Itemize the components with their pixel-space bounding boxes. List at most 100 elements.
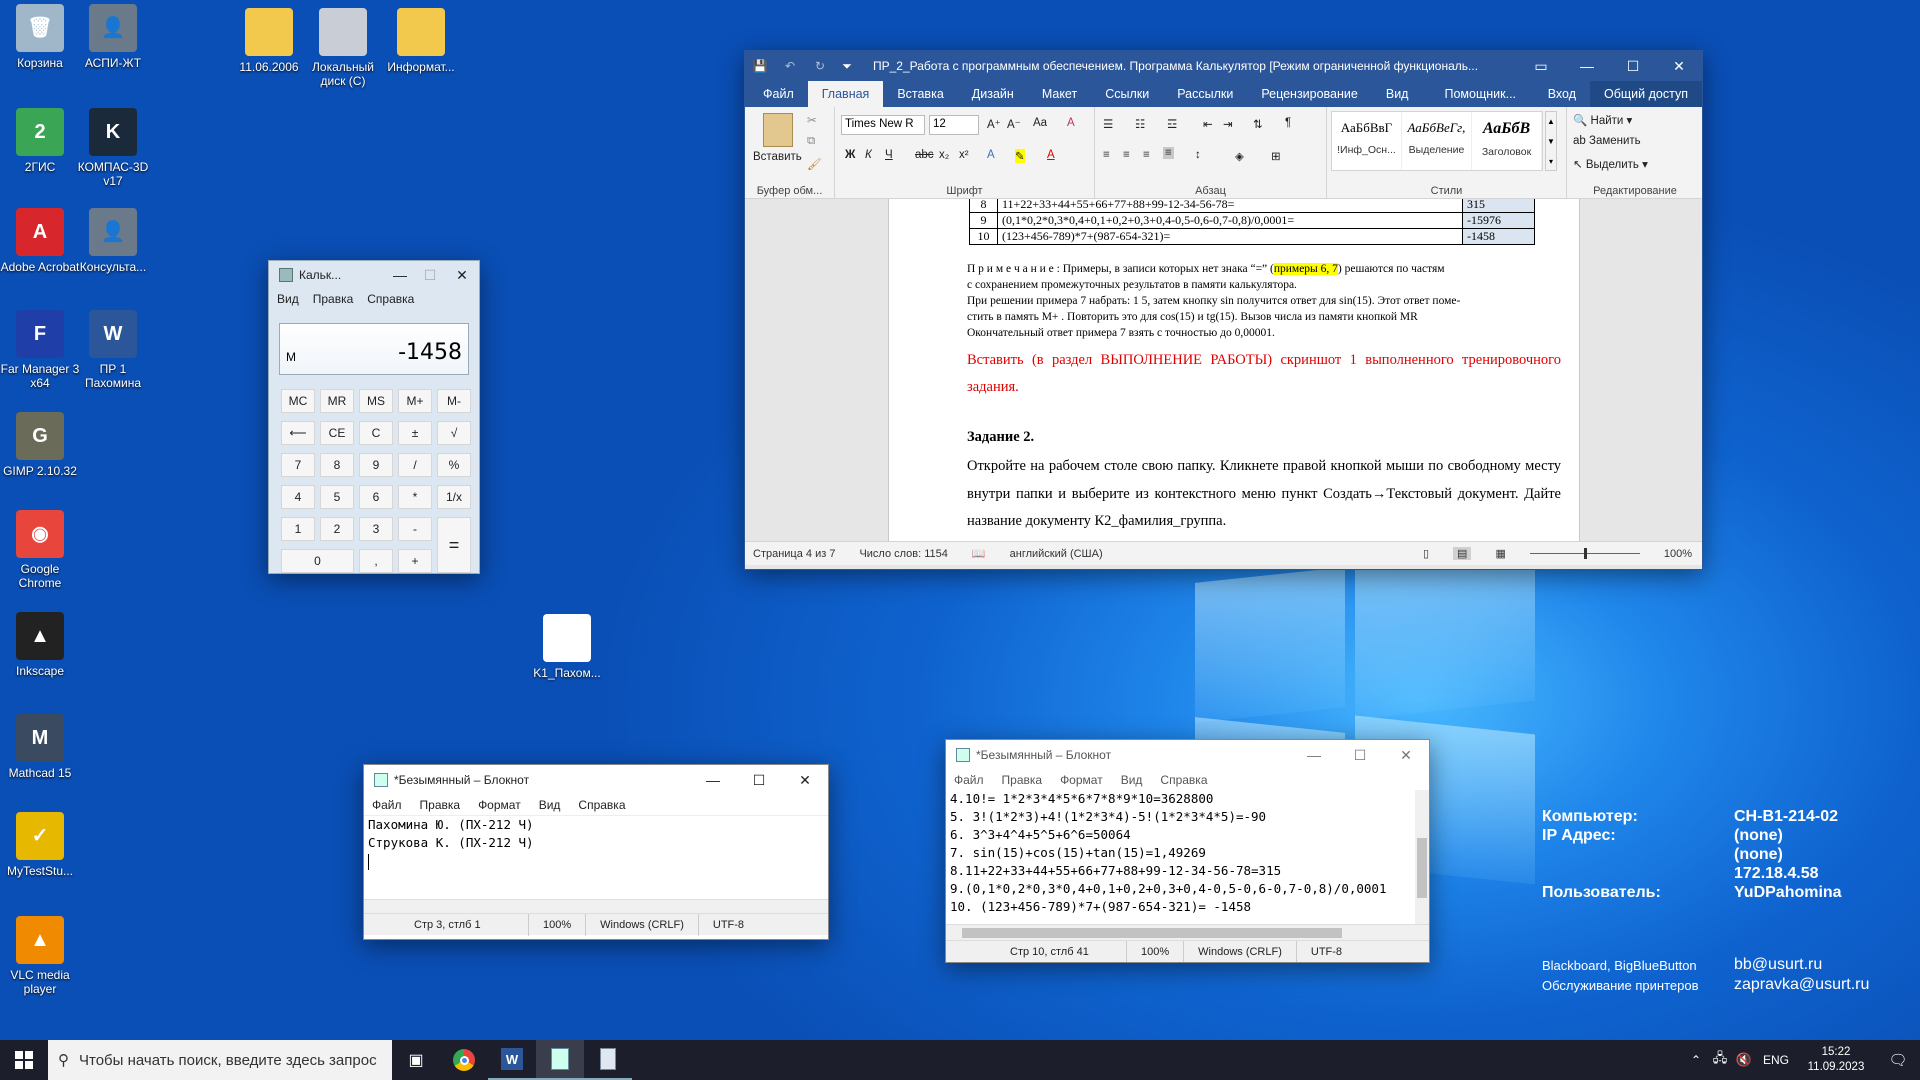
language[interactable]: английский (США): [1010, 548, 1103, 560]
ribbon-tab[interactable]: Помощник...: [1430, 81, 1530, 107]
ribbon-tab[interactable]: Ссылки: [1091, 81, 1163, 107]
strikethrough-button[interactable]: abc: [915, 149, 934, 161]
desktop-icon[interactable]: G GIMP 2.10.32: [0, 412, 80, 478]
bold-button[interactable]: Ж: [845, 149, 855, 161]
subscript-button[interactable]: x₂: [939, 149, 949, 161]
ribbon-tab[interactable]: Рецензирование: [1247, 81, 1372, 107]
align-center-icon[interactable]: ≡: [1123, 149, 1130, 161]
maximize-button[interactable]: ☐: [1610, 51, 1656, 81]
font-name-select[interactable]: Times New R: [841, 115, 925, 135]
paste-button[interactable]: Вставить: [753, 151, 802, 163]
copy-icon[interactable]: ⧉: [807, 135, 815, 148]
underline-button[interactable]: Ч: [885, 149, 893, 161]
menu-item[interactable]: Файл: [372, 798, 402, 812]
word-window[interactable]: 💾 ↶ ↻ ⏷ ПР_2_Работа с программным обеспе…: [744, 50, 1703, 570]
replace-button[interactable]: ab Заменить: [1573, 135, 1641, 147]
close-button[interactable]: ✕: [782, 765, 828, 795]
calc-button[interactable]: =: [437, 517, 471, 573]
format-painter-icon[interactable]: 🖌: [807, 157, 822, 171]
calc-button[interactable]: /: [398, 453, 432, 477]
ribbon-display-icon[interactable]: ▭: [1518, 51, 1564, 81]
menu-item[interactable]: Файл: [954, 773, 984, 787]
task-view-button[interactable]: ▣: [392, 1040, 440, 1080]
calc-button[interactable]: 1/x: [437, 485, 471, 509]
calc-button[interactable]: %: [437, 453, 471, 477]
desktop-icon[interactable]: 11.06.2006: [229, 8, 309, 74]
minimize-button[interactable]: —: [690, 765, 736, 795]
ribbon-tab[interactable]: Главная: [807, 81, 884, 107]
desktop-icon[interactable]: 👤 Консульта...: [73, 208, 153, 274]
sort-icon[interactable]: ⇅: [1253, 117, 1263, 131]
style-item[interactable]: АаБбВ Заголовок: [1472, 112, 1542, 170]
web-layout-icon[interactable]: ▦: [1495, 547, 1505, 560]
horizontal-scrollbar[interactable]: [364, 899, 828, 913]
menu-item[interactable]: Формат: [1060, 773, 1103, 787]
calc-button[interactable]: -: [398, 517, 432, 541]
vertical-scrollbar[interactable]: [1415, 790, 1429, 924]
taskbar-word[interactable]: W: [488, 1040, 536, 1080]
menu-item[interactable]: Справка: [367, 292, 414, 306]
calc-button[interactable]: 2: [320, 517, 354, 541]
calc-button[interactable]: ±: [398, 421, 432, 445]
minimize-button[interactable]: —: [1564, 51, 1610, 81]
ribbon-tab[interactable]: Вид: [1372, 81, 1423, 107]
highlight-icon[interactable]: ✎: [1015, 149, 1025, 163]
calc-button[interactable]: *: [398, 485, 432, 509]
calc-button[interactable]: 4: [281, 485, 315, 509]
page[interactable]: 8 11+22+33+44+55+66+77+88+99-12-34-56-78=…: [888, 199, 1580, 541]
print-layout-icon[interactable]: ▤: [1453, 547, 1472, 560]
style-item[interactable]: АаБбВвГ !Инф_Осн...: [1332, 112, 1402, 170]
calc-button[interactable]: 7: [281, 453, 315, 477]
desktop-icon[interactable]: K1_Пахом...: [527, 614, 607, 680]
calc-button[interactable]: MS: [359, 389, 393, 413]
word-count[interactable]: Число слов: 1154: [859, 548, 947, 560]
clear-format-icon[interactable]: A: [1067, 117, 1075, 129]
italic-button[interactable]: К: [865, 149, 872, 161]
zoom-level[interactable]: 100%: [1664, 548, 1702, 560]
save-icon[interactable]: 💾: [745, 59, 775, 73]
network-icon[interactable]: 🖧: [1708, 1049, 1732, 1071]
calc-button[interactable]: 6: [359, 485, 393, 509]
calc-button[interactable]: 1: [281, 517, 315, 541]
align-left-icon[interactable]: ≡: [1103, 149, 1110, 161]
calc-button[interactable]: 3: [359, 517, 393, 541]
ribbon-tab[interactable]: Макет: [1028, 81, 1091, 107]
grow-font-icon[interactable]: A⁺: [987, 117, 1001, 131]
desktop-icon[interactable]: ▲ VLC media player: [0, 916, 80, 996]
desktop-icon[interactable]: W ПР 1 Пахомина: [73, 310, 153, 390]
proofing-icon[interactable]: 📖: [972, 547, 986, 560]
search-box[interactable]: ⚲ Чтобы начать поиск, введите здесь запр…: [48, 1040, 392, 1080]
desktop-icon[interactable]: F Far Manager 3 x64: [0, 310, 80, 390]
taskbar-chrome[interactable]: [440, 1040, 488, 1080]
notepad-window[interactable]: *Безымянный – Блокнот — ☐ ✕ Файл Правка Фо…: [363, 764, 829, 940]
bullets-icon[interactable]: ☰: [1103, 117, 1113, 131]
menu-item[interactable]: Правка: [420, 798, 461, 812]
zoom-slider[interactable]: [1529, 548, 1640, 559]
calc-button[interactable]: 9: [359, 453, 393, 477]
align-right-icon[interactable]: ≡: [1143, 149, 1150, 161]
page-count[interactable]: Страница 4 из 7: [753, 548, 835, 560]
calc-button[interactable]: MC: [281, 389, 315, 413]
close-button[interactable]: ✕: [1383, 740, 1429, 770]
numbering-icon[interactable]: ☷: [1135, 117, 1145, 131]
multilevel-icon[interactable]: ☲: [1167, 117, 1177, 131]
minimize-button[interactable]: —: [385, 261, 415, 290]
taskbar-calculator[interactable]: [584, 1040, 632, 1080]
find-button[interactable]: 🔍 Найти ▾: [1573, 113, 1632, 127]
change-case-icon[interactable]: Aa: [1033, 117, 1047, 129]
ribbon-tab[interactable]: Дизайн: [958, 81, 1028, 107]
maximize-button[interactable]: ☐: [415, 261, 445, 290]
calc-button[interactable]: 8: [320, 453, 354, 477]
read-mode-icon[interactable]: ▯: [1423, 547, 1429, 560]
text-effects-icon[interactable]: A: [987, 149, 995, 161]
maximize-button[interactable]: ☐: [1337, 740, 1383, 770]
clock[interactable]: 15:22 11.09.2023: [1796, 1045, 1876, 1075]
horizontal-scrollbar[interactable]: [946, 924, 1429, 940]
desktop-icon[interactable]: ◉ Google Chrome: [0, 510, 80, 590]
menu-item[interactable]: Формат: [478, 798, 521, 812]
start-button[interactable]: [0, 1040, 48, 1080]
desktop-icon[interactable]: 🗑 Корзина: [0, 4, 80, 70]
select-button[interactable]: ↖ Выделить ▾: [1573, 157, 1648, 171]
borders-icon[interactable]: ⊞: [1271, 149, 1281, 163]
volume-icon[interactable]: 🔇: [1732, 1052, 1756, 1068]
